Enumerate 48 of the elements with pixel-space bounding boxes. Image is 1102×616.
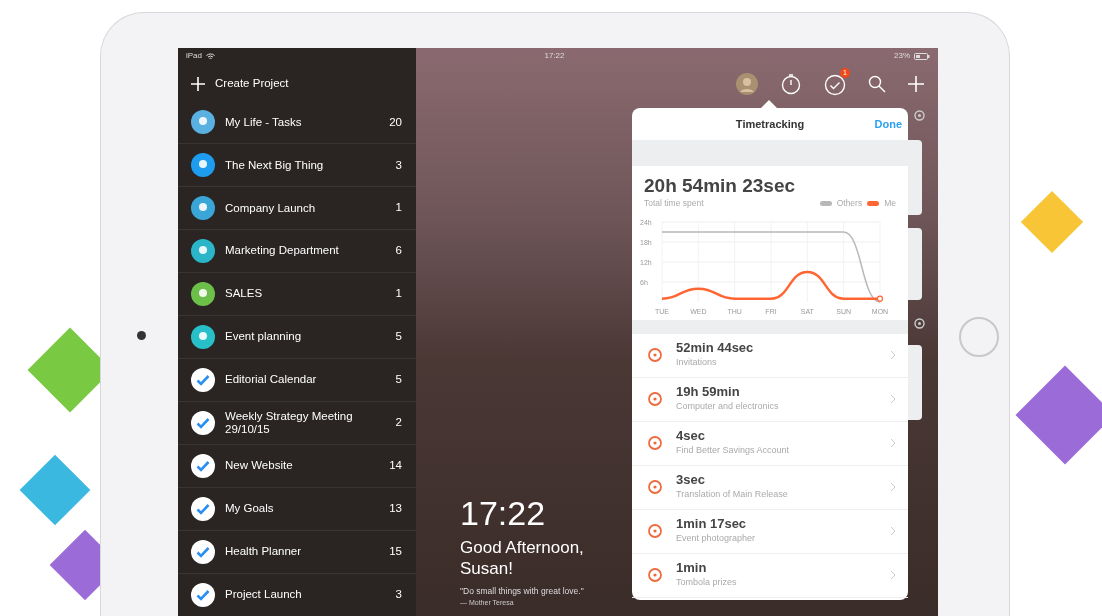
project-name: New Website [225,459,294,473]
entry-task: Computer and electronics [676,399,780,413]
battery-percent: 23% [894,50,910,62]
task-count: 2 [395,415,402,431]
entry-task: Invitations [676,355,718,369]
entry-task: Translation of Main Release [676,487,789,501]
project-name: Event planning [225,330,303,344]
task-count: 1 [395,200,402,216]
legend-label: Others [836,196,863,210]
project-name: SALES [225,287,264,301]
task-count: 6 [395,243,402,259]
project-name: Editorial Calendar [225,373,318,387]
task-count: 20 [389,114,402,130]
entry-task: Find Better Savings Account [676,443,791,457]
create-project-label: Create Project [215,76,290,91]
task-count: 14 [389,458,402,474]
project-name: Weekly Strategy Meeting 29/10/15 [225,409,354,437]
status-time: 17:22 [544,50,565,62]
task-count: 3 [395,157,402,173]
task-count: 13 [389,501,402,517]
greeting-text: Good Afternoon, Susan! [460,538,585,580]
project-name: Health Planner [225,545,303,559]
total-time: 20h 54min 23sec [644,176,797,197]
entry-duration: 1min [676,561,708,576]
entry-task: Event photographer [676,531,757,545]
entry-duration: 4sec [676,429,706,444]
entry-task: Tombola prizes [676,575,738,589]
task-count: 15 [389,544,402,560]
task-count: 3 [395,587,402,603]
project-name: My Goals [225,502,275,516]
quote-text: "Do small things with great love." [460,585,584,598]
device-name: iPad [186,50,202,62]
popover-title: Timetracking [735,116,805,132]
entry-duration: 1min 17sec [676,517,748,532]
project-name: Project Launch [225,588,303,602]
home-clock: 17:22 [460,496,546,531]
total-label: Total time spent [644,196,704,210]
task-count: 5 [395,329,402,345]
project-name: My Life - Tasks [225,115,303,129]
task-count: 5 [395,372,402,388]
entry-duration: 19h 59min [676,385,741,400]
project-name: Company Launch [225,201,317,215]
legend-label: Me [884,196,896,210]
entry-duration: 3sec [676,473,706,488]
project-name: Marketing Department [225,244,340,258]
entry-duration: 52min 44sec [676,341,755,356]
project-name: The Next Big Thing [225,158,325,172]
task-count: 1 [395,286,402,302]
